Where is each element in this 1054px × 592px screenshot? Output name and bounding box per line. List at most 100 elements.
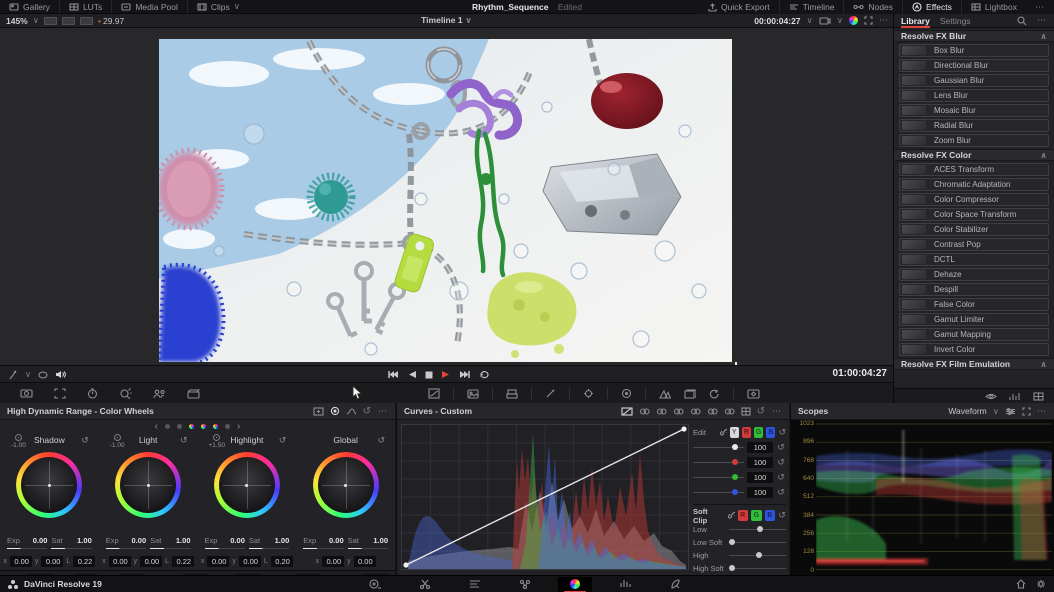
curve-lum-sat-icon[interactable] [690,407,701,416]
clips-button[interactable]: Clips ∨ [187,0,249,13]
fx-item[interactable]: Color Stabilizer [899,223,1049,236]
fx-item[interactable]: Zoom Blur [899,134,1049,147]
page-deliver[interactable] [658,577,692,592]
topbar-more-button[interactable]: ⋯ [1026,0,1054,14]
effects-button[interactable]: Effects [902,0,961,14]
sat-slider[interactable]: Sat1.00 [150,536,190,545]
r-gain-slider[interactable]: 100↺ [693,455,786,470]
exp-slider[interactable]: Exp0.00 [303,536,343,545]
magic-mask-palette-icon[interactable] [119,388,132,399]
viewer-mode-single-icon[interactable] [44,17,57,25]
fx-item[interactable]: Gamut Limiter [899,313,1049,326]
high-slider[interactable]: High [693,549,786,562]
curves-grid-icon[interactable] [741,407,751,416]
b-gain-slider[interactable]: 100↺ [693,485,786,500]
search-icon[interactable] [1017,16,1027,26]
viewer-more-icon[interactable]: ⋯ [879,15,889,26]
viewer-image[interactable] [159,39,732,362]
media-pool-button[interactable]: Media Pool [111,0,187,13]
pen-palette-icon[interactable] [545,388,556,399]
exp-slider[interactable]: Exp0.00 [106,536,146,545]
hdr-reset-icon[interactable]: ↺ [363,406,372,417]
quick-export-button[interactable]: Quick Export [699,0,779,14]
page-media[interactable] [358,577,392,592]
sat-slider[interactable]: Sat1.00 [348,536,388,545]
gallery-palette-icon[interactable] [684,389,696,399]
curve-sat-lum-icon[interactable] [724,407,735,416]
reset-icon[interactable]: ↺ [776,487,786,498]
play-reverse-button[interactable] [408,370,416,379]
soft-clip-g-button[interactable]: G [751,510,761,521]
fx-item[interactable]: Color Compressor [899,193,1049,206]
gallery-button[interactable]: Gallery [0,0,59,13]
hdr-graph-icon[interactable] [346,407,357,416]
color-wheel-control[interactable] [214,452,280,518]
project-manager-icon[interactable] [1016,579,1026,589]
curve-custom-icon[interactable] [621,407,633,416]
wheel-reset-icon[interactable]: ↺ [180,435,188,446]
pager-dot[interactable] [225,424,230,429]
camera-raw-palette-icon[interactable] [20,388,33,399]
fx-item[interactable]: Chromatic Adaptation [899,178,1049,191]
wheel-l-value[interactable]: 0.22 [73,556,95,567]
soft-clip-r-button[interactable]: R [738,510,748,521]
scopes-more-icon[interactable]: ⋯ [1037,406,1047,417]
pager-dot[interactable] [165,424,170,429]
library-more-icon[interactable]: ⋯ [1037,15,1047,26]
curves-reset-icon[interactable]: ↺ [757,406,766,417]
fx-item[interactable]: Color Space Transform [899,208,1049,221]
keyframe-palette-icon[interactable] [747,389,760,399]
fx-item[interactable]: Dehaze [899,268,1049,281]
reset-icon[interactable]: ↺ [776,457,786,468]
exp-slider[interactable]: Exp0.00 [7,536,47,545]
lut-palette-icon[interactable] [428,388,440,399]
channel-y-button[interactable]: Y [730,427,739,438]
page-color[interactable] [558,577,592,592]
hdr-more-icon[interactable]: ⋯ [378,406,388,417]
fx-item[interactable]: Box Blur [899,44,1049,57]
fx-item[interactable]: Lens Blur [899,89,1049,102]
highlight-toggle-icon[interactable] [38,371,48,379]
wheel-reset-icon[interactable]: ↺ [377,435,385,446]
fx-item[interactable]: Despill [899,283,1049,296]
loop-button[interactable] [479,370,490,379]
edit-reset-icon[interactable]: ↺ [778,427,786,438]
play-button[interactable] [442,370,450,379]
viewer-timecode[interactable]: 00:00:04:27 [754,16,800,26]
wheel-x-value[interactable]: 0.00 [322,556,344,567]
add-wheel-icon[interactable] [313,407,324,416]
pager-dot-active[interactable] [189,424,194,429]
curve-hue-hue-icon[interactable] [639,407,650,416]
pager-dot-active[interactable] [213,424,218,429]
prev-wheel-set-icon[interactable]: ‹ [155,422,158,432]
timeline-selector[interactable]: Timeline 1 [421,15,462,25]
pager-dot[interactable] [177,424,182,429]
fx-section-header[interactable]: Resolve FX Blur∧ [894,30,1054,42]
color-wheel-control[interactable] [115,452,181,518]
y-gain-value[interactable]: 100 [747,442,773,453]
tab-settings[interactable]: Settings [940,16,971,26]
page-edit[interactable] [458,577,492,592]
scope-settings-icon[interactable] [1005,407,1016,416]
exp-slider[interactable]: Exp0.00 [205,536,245,545]
soft-clip-reset-icon[interactable]: ↺ [778,510,786,521]
color-match-palette-icon[interactable] [54,388,66,399]
curves-more-icon[interactable]: ⋯ [772,406,782,417]
curve-hue-sat-icon[interactable] [656,407,667,416]
curve-sat-sat-icon[interactable] [707,407,718,416]
stills-palette-icon[interactable] [467,389,479,399]
printer-light-palette-icon[interactable] [506,389,518,399]
link-soft-clip-icon[interactable] [727,511,735,520]
collapse-icon[interactable]: ∧ [1040,150,1047,161]
audio-speaker-icon[interactable] [55,370,66,379]
soft-clip-b-button[interactable]: B [765,510,775,521]
wheel-x-value[interactable]: 0.00 [109,556,131,567]
timeline-button[interactable]: Timeline [779,0,844,14]
page-fusion[interactable] [508,577,542,592]
page-fairlight[interactable] [608,577,642,592]
levels-icon[interactable] [1009,392,1021,401]
tab-library[interactable]: Library [901,16,930,26]
expand-viewer-icon[interactable] [864,16,873,25]
collapse-icon[interactable]: ∧ [1040,31,1047,42]
reset-icon[interactable]: ↺ [776,472,786,483]
